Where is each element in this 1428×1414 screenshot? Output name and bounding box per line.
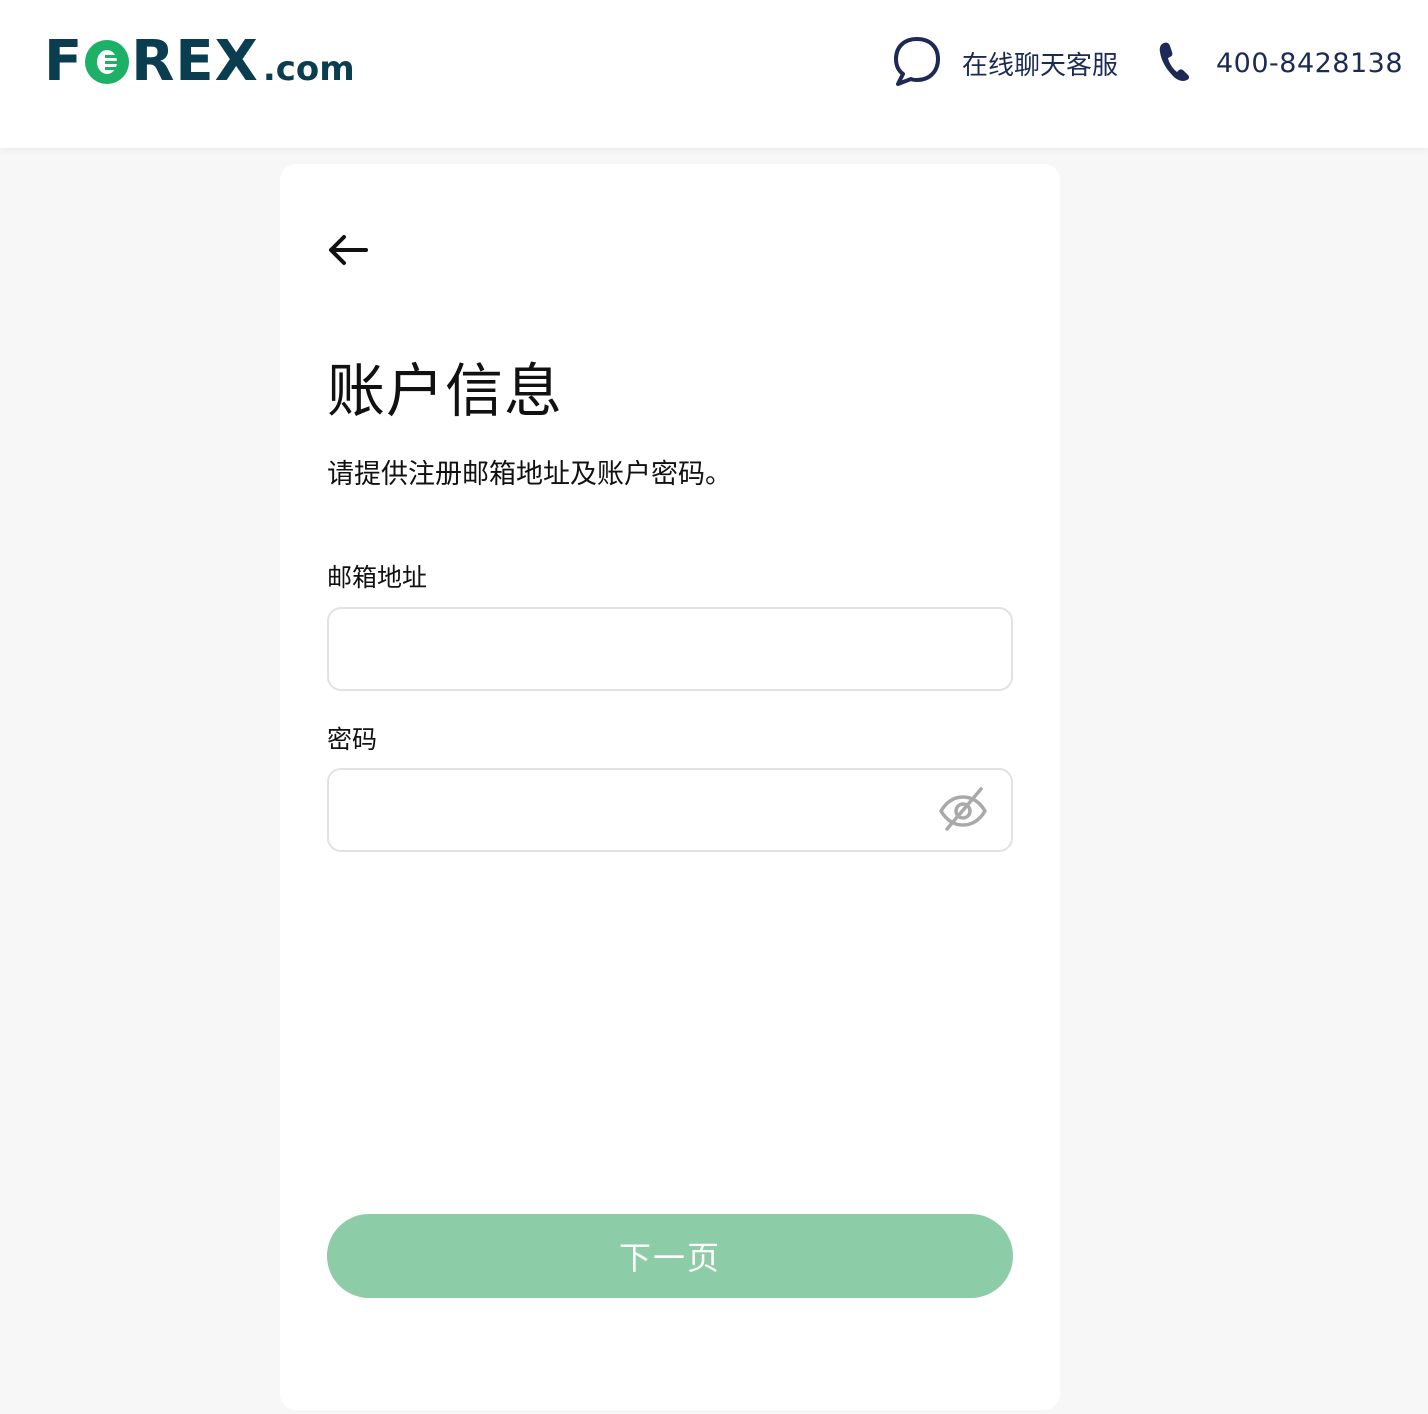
phone-icon — [1158, 40, 1192, 86]
password-label: 密码 — [327, 725, 378, 754]
next-page-button[interactable]: 下一页 — [327, 1214, 1013, 1298]
site-header: F REX .com 在线聊天客服 400-8428138 — [0, 0, 1428, 148]
logo-letters-rex: REX — [131, 29, 259, 94]
email-field[interactable] — [327, 607, 1013, 691]
live-chat-link[interactable]: 在线聊天客服 — [892, 36, 1118, 90]
back-button[interactable] — [326, 232, 370, 272]
logo-suffix: .com — [262, 49, 355, 89]
password-field[interactable] — [327, 768, 1013, 852]
eye-off-icon — [937, 785, 989, 837]
chat-bubble-icon — [892, 35, 942, 91]
logo-o-mark — [85, 40, 130, 84]
live-chat-label: 在线聊天客服 — [962, 50, 1119, 81]
logo-wordmark: F REX — [44, 34, 259, 90]
page-subtitle: 请提供注册邮箱地址及账户密码。 — [327, 459, 732, 490]
password-visibility-toggle[interactable] — [936, 786, 990, 836]
account-info-card: 账户信息 请提供注册邮箱地址及账户密码。 邮箱地址 密码 下一页 — [280, 164, 1060, 1410]
logo-letter-f: F — [44, 29, 84, 94]
forex-logo[interactable]: F REX .com — [44, 34, 355, 90]
phone-number: 400-8428138 — [1216, 47, 1404, 79]
phone-link[interactable]: 400-8428138 — [1158, 36, 1403, 90]
page-title: 账户信息 — [327, 357, 564, 425]
arrow-left-icon — [326, 232, 370, 272]
email-label: 邮箱地址 — [327, 563, 428, 592]
